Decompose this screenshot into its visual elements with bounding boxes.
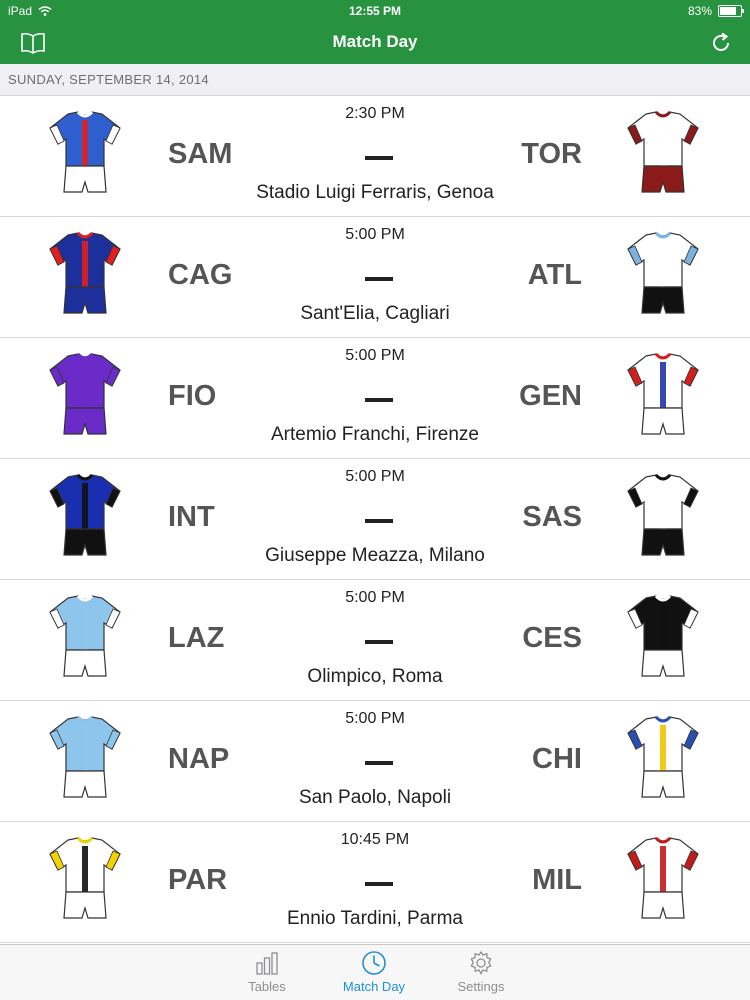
score-placeholder	[365, 640, 393, 644]
match-venue: Stadio Luigi Ferraris, Genoa	[256, 182, 494, 203]
score-placeholder	[365, 277, 393, 281]
match-venue: Olimpico, Roma	[307, 666, 443, 687]
home-team: NAP	[168, 743, 230, 775]
match-time: 5:00 PM	[345, 226, 405, 243]
tab-label: Settings	[457, 979, 505, 994]
match-time: 5:00 PM	[345, 589, 405, 606]
match-time: 2:30 PM	[345, 105, 405, 122]
home-team: SAM	[168, 138, 233, 170]
match-list[interactable]: 2:30 PM SAM TOR Stadio Luigi Ferraris, Geno…	[0, 96, 750, 943]
score-placeholder	[365, 519, 393, 523]
clock-icon	[362, 951, 386, 975]
match-venue: Artemio Franchi, Firenze	[270, 424, 479, 445]
status-time: 12:55 PM	[348, 4, 402, 18]
match-row[interactable]: 10:45 PM PAR MIL Ennio Tardini, Parma	[0, 822, 750, 943]
match-venue: Ennio Tardini, Parma	[286, 908, 464, 929]
tab-tables[interactable]: Tables	[222, 949, 312, 994]
match-time: 5:00 PM	[345, 468, 405, 485]
tab-label: Tables	[248, 979, 286, 994]
home-team: LAZ	[168, 622, 225, 654]
match-row[interactable]: 5:00 PM FIO GEN Artemio Franchi, Firenze	[0, 338, 750, 459]
home-team: CAG	[168, 259, 233, 291]
away-team: CES	[522, 622, 582, 654]
nav-bar: Match Day	[0, 22, 750, 64]
match-venue: Giuseppe Meazza, Milano	[265, 545, 485, 566]
match-row[interactable]: 5:00 PM LAZ CES Olimpico, Roma	[0, 580, 750, 701]
away-team: MIL	[532, 864, 582, 896]
away-team: ATL	[527, 259, 582, 291]
bar-chart-icon	[256, 952, 278, 975]
score-placeholder	[365, 156, 393, 160]
match-row[interactable]: 5:00 PM INT SAS Giuseppe Meazza, Milano	[0, 459, 750, 580]
match-row[interactable]: 5:00 PM NAP CHI San Paolo, Napoli	[0, 701, 750, 822]
status-bar: iPad 12:55 PM 83%	[0, 0, 750, 22]
home-team: PAR	[168, 864, 228, 896]
score-placeholder	[365, 398, 393, 402]
gear-icon	[470, 950, 492, 975]
match-time: 5:00 PM	[345, 710, 405, 727]
date-section-header: SUNDAY, SEPTEMBER 14, 2014	[0, 64, 750, 96]
app-root: iPad 12:55 PM 83% Match Day SUNDAY, SEPT…	[0, 0, 750, 1000]
tab-match-day[interactable]: Match Day	[329, 949, 419, 994]
home-team: INT	[168, 501, 215, 533]
battery-percent: 83%	[687, 4, 712, 18]
match-time: 5:00 PM	[345, 347, 405, 364]
score-placeholder	[365, 761, 393, 765]
match-venue: Sant'Elia, Cagliari	[300, 303, 450, 324]
home-team: FIO	[168, 380, 217, 412]
page-title: Match Day	[332, 32, 418, 51]
away-team: SAS	[522, 501, 582, 533]
tab-settings[interactable]: Settings	[436, 949, 526, 994]
match-row[interactable]: 5:00 PM CAG ATL Sant'Elia, Cagliari	[0, 217, 750, 338]
battery-icon	[718, 5, 744, 17]
away-team: GEN	[519, 380, 582, 412]
match-venue: San Paolo, Napoli	[298, 787, 452, 808]
away-team: TOR	[521, 138, 582, 170]
battery-fill	[720, 7, 736, 15]
score-placeholder	[365, 882, 393, 886]
match-row[interactable]: 2:30 PM SAM TOR Stadio Luigi Ferraris, Geno…	[0, 96, 750, 217]
refresh-icon	[713, 32, 729, 51]
tab-label: Match Day	[342, 979, 406, 994]
tab-bar: Tables Match Day Settings	[0, 944, 750, 1000]
away-team: CHI	[532, 743, 582, 775]
match-time: 10:45 PM	[340, 831, 410, 848]
refresh-button[interactable]	[706, 28, 736, 58]
